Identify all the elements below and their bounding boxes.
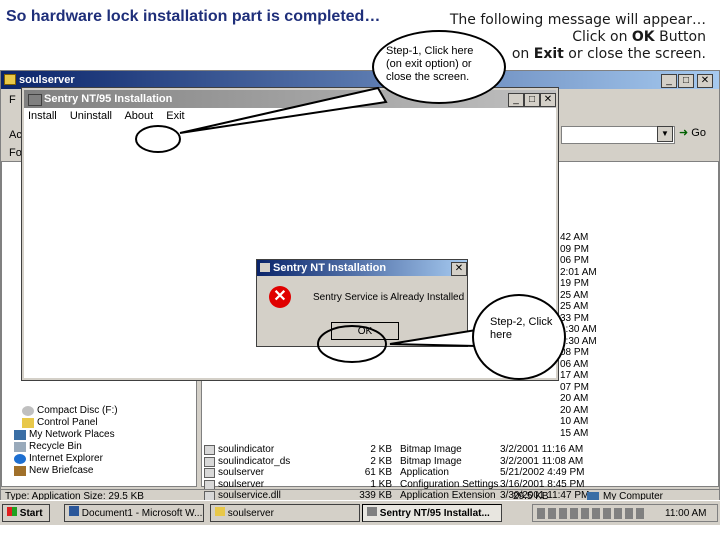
ok-highlight-circle — [317, 325, 387, 363]
windows-logo-icon — [7, 507, 17, 516]
tray-icons — [537, 508, 647, 519]
word-icon — [69, 506, 79, 516]
taskbar-button-soulserver[interactable]: soulserver — [210, 504, 360, 522]
exit-highlight-circle — [135, 125, 181, 153]
step1-text: Step-1, Click here (on exit option) or c… — [386, 45, 474, 83]
taskbar-button-document1[interactable]: Document1 - Microsoft W... — [64, 504, 204, 522]
callout-pointers — [135, 86, 477, 363]
system-tray: 11:00 AM — [532, 504, 718, 522]
taskbar-button-label: Document1 - Microsoft W... — [81, 508, 203, 519]
clock: 11:00 AM — [665, 508, 707, 519]
step1-pointer — [179, 86, 388, 134]
start-label: Start — [19, 508, 43, 519]
taskbar-button-sentry[interactable]: Sentry NT/95 Installat... — [362, 504, 502, 522]
step2-callout: Step-2, Click here — [472, 294, 566, 380]
folder-icon — [215, 507, 225, 516]
taskbar: Start Document1 - Microsoft W... soulser… — [0, 500, 720, 525]
taskbar-button-label: Sentry NT/95 Installat... — [379, 508, 490, 519]
start-button[interactable]: Start — [2, 504, 50, 522]
step2-text: Step-2, Click here — [490, 316, 553, 341]
step2-pointer — [389, 328, 477, 348]
app-icon — [367, 507, 377, 516]
taskbar-button-label: soulserver — [227, 508, 274, 519]
step1-callout: Step-1, Click here (on exit option) or c… — [372, 30, 506, 104]
